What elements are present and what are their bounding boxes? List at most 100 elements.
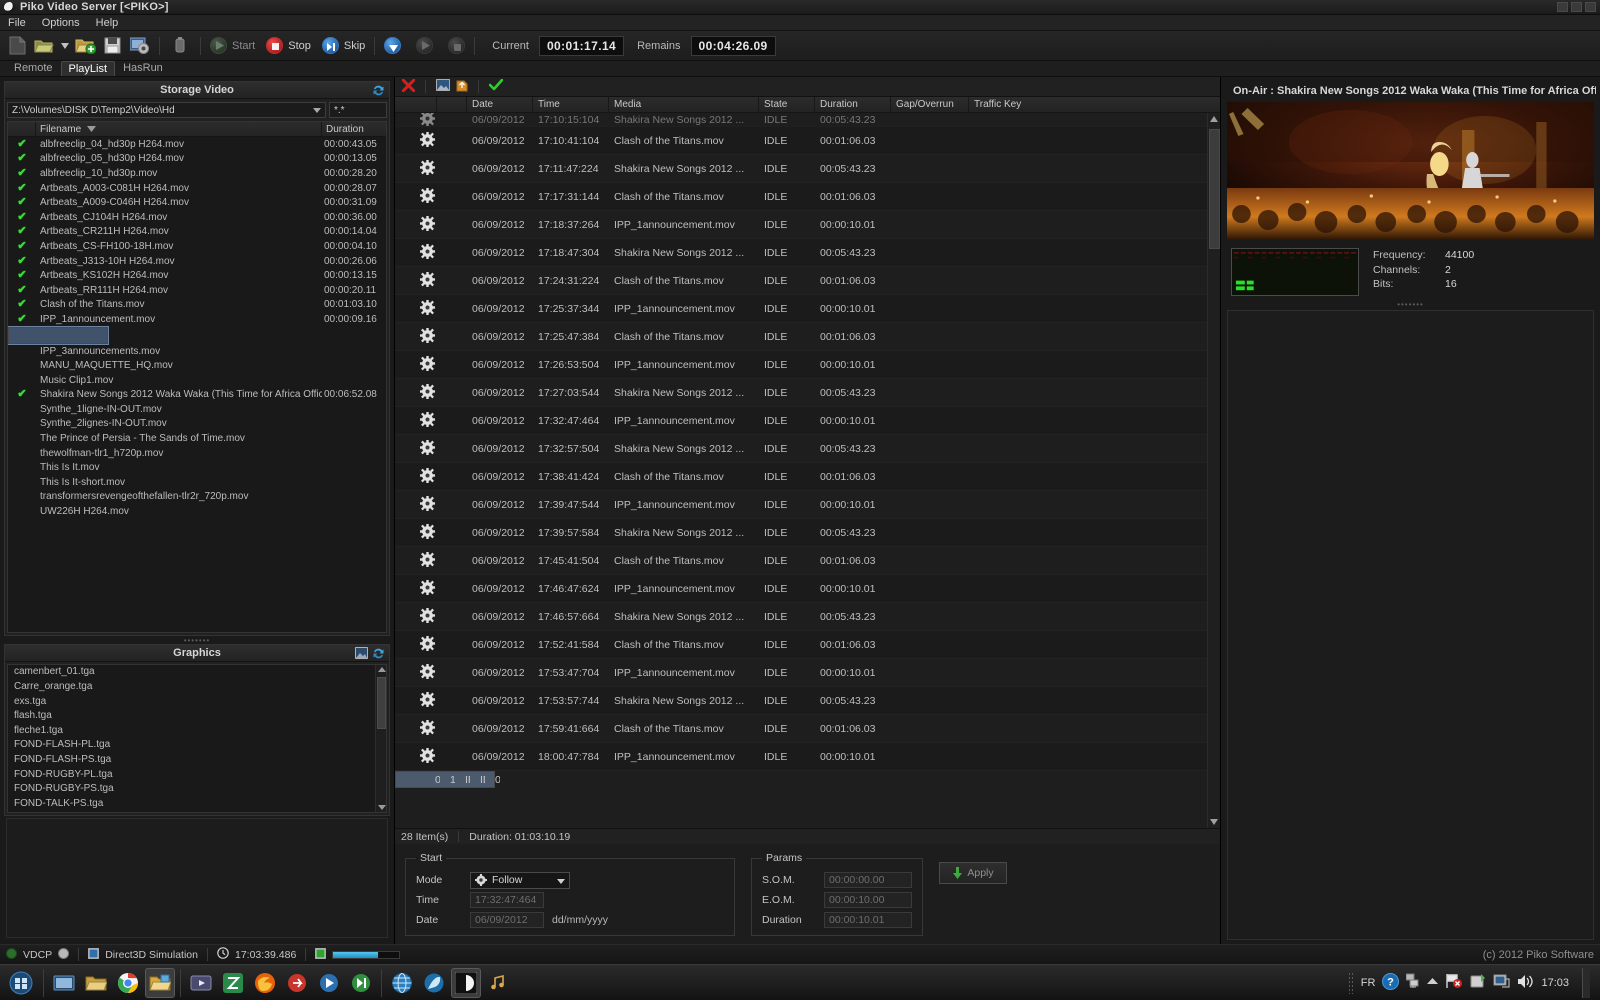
tab-hasrun[interactable]: HasRun (115, 60, 171, 76)
storage-row-check[interactable]: ✔ (8, 153, 36, 164)
tab-playlist[interactable]: PlayList (60, 61, 116, 76)
taskbar-z-icon[interactable] (218, 968, 248, 998)
playlist-row[interactable]: 06/09/2012 17:46:57:664 Shakira New Songs … (395, 603, 1207, 631)
graphics-scrollbar[interactable] (375, 665, 386, 813)
taskbar-piko-icon[interactable] (451, 967, 481, 998)
storage-col-check[interactable] (8, 122, 36, 136)
storage-row[interactable]: thewolfman-tlr1_h720p.mov (8, 446, 386, 461)
start-menu-button[interactable] (4, 967, 38, 999)
storage-row[interactable]: ✔ Artbeats_CR211H H264.mov 00:00:14.04 (8, 225, 386, 240)
storage-row[interactable]: MANU_MAQUETTE_HQ.mov (8, 358, 386, 373)
storage-row[interactable]: ✔ Artbeats_RR111H H264.mov 00:00:20.11 (8, 283, 386, 298)
start-date-input[interactable]: 06/09/2012 (470, 912, 544, 928)
storage-row[interactable]: ✔ albfreeclip_04_hd30p H264.mov 00:00:43.0… (8, 137, 386, 152)
taskbar-music-icon[interactable] (483, 968, 513, 998)
storage-row[interactable]: ✔ Artbeats_CS-FH100-18H.mov 00:00:04.10 (8, 239, 386, 254)
chevron-down-icon[interactable] (60, 35, 69, 57)
playlist-row[interactable]: 06/09/2012 17:17:31:144 Clash of the Titan… (395, 183, 1207, 211)
taskbar-player-icon[interactable] (314, 968, 344, 998)
graphics-scroll-thumb[interactable] (377, 677, 386, 730)
scroll-up-arrow-icon[interactable] (1210, 116, 1218, 122)
mode-select[interactable]: Follow (470, 871, 570, 889)
taskbar-arrow-icon[interactable] (282, 968, 312, 998)
device-icon[interactable] (169, 35, 191, 57)
storage-row-check[interactable]: ✔ (8, 240, 36, 252)
storage-row[interactable]: ✔ Artbeats_A003-C081H H264.mov 00:00:28.07 (8, 181, 386, 196)
playlist-row[interactable]: 06/09/2012 17:25:47:384 Clash of the Titan… (395, 323, 1207, 351)
apply-button[interactable]: Apply (939, 862, 1007, 884)
storage-row[interactable]: This Is It-short.mov (8, 475, 386, 490)
storage-col-filename[interactable]: Filename (36, 122, 322, 136)
playlist-row[interactable]: 06/09/2012 18:00:47:784 IPP_1announcement.… (395, 743, 1207, 771)
storage-row-check[interactable]: ✔ (8, 313, 36, 325)
storage-row[interactable]: transformersrevengeofthefallen-tlr2r_720… (8, 490, 386, 505)
taskbar-explorer-icon[interactable] (49, 968, 79, 998)
storage-row-check[interactable]: ✔ (8, 182, 36, 194)
down-arrow-button[interactable] (384, 37, 402, 54)
skip-button[interactable]: Skip (321, 37, 365, 54)
show-hidden-icon[interactable] (1427, 977, 1439, 989)
taskbar-feather-icon[interactable] (419, 968, 449, 998)
playlist-row[interactable]: 06/09/2012 17:24:31:224 Clash of the Titan… (395, 267, 1207, 295)
volume-icon[interactable] (1517, 974, 1534, 992)
playlist-row[interactable]: 06/09/2012 17:45:41:504 Clash of the Titan… (395, 547, 1207, 575)
storage-row[interactable]: ✔ Artbeats_J313-10H H264.mov 00:00:26.06 (8, 254, 386, 269)
taskbar-firefox-icon[interactable] (250, 968, 280, 998)
storage-filter-input[interactable]: *.* (329, 102, 387, 118)
refresh-icon[interactable] (372, 647, 385, 660)
new-file-icon[interactable] (6, 35, 28, 57)
storage-row[interactable]: ✔ Artbeats_A009-C046H H264.mov 00:00:31.09 (8, 195, 386, 210)
storage-row-check[interactable]: ✔ (8, 167, 36, 179)
graphics-row[interactable]: FOND-RUGBY-PL.tga (8, 768, 386, 783)
storage-row[interactable]: ✔ IPP_1announcement.mov 00:00:09.16 (8, 312, 386, 327)
tray-language[interactable]: FR (1361, 977, 1376, 989)
playlist-col-media[interactable]: Media (609, 97, 759, 112)
playlist-col-traffic-key[interactable]: Traffic Key (969, 97, 1220, 112)
storage-row[interactable]: ✔ albfreeclip_05_hd30p H264.mov 00:00:13.0… (8, 152, 386, 167)
storage-row[interactable]: ✔ Artbeats_KS102H H264.mov 00:00:13.15 (8, 268, 386, 283)
graphics-row[interactable]: fleche1.tga (8, 724, 386, 739)
image-icon[interactable] (354, 646, 369, 662)
menu-item-file[interactable]: File (6, 17, 34, 29)
playlist-row[interactable]: 06/09/2012 17:26:53:504 IPP_1announcement.… (395, 351, 1207, 379)
playlist-scrollbar[interactable] (1207, 113, 1220, 828)
playlist-col-icon[interactable] (395, 97, 437, 112)
playlist-row[interactable]: 06/09/2012 17:39:47:544 IPP_1announcement.… (395, 491, 1207, 519)
tab-remote[interactable]: Remote (6, 60, 61, 76)
scroll-down-arrow-icon[interactable] (378, 805, 386, 811)
taskbar-files-icon[interactable] (145, 967, 175, 998)
storage-row[interactable]: UW226H H264.mov (8, 504, 386, 519)
taskbar-clock[interactable]: 17:03 (1541, 977, 1569, 989)
storage-row-check[interactable]: ✔ (8, 389, 36, 400)
playlist-col-date[interactable]: Date (467, 97, 533, 112)
taskbar-globe-icon[interactable] (387, 968, 417, 998)
storage-col-duration[interactable]: Duration (322, 122, 386, 136)
storage-row[interactable]: Synthe_1ligne-IN-OUT.mov (8, 402, 386, 417)
taskbar-forward-icon[interactable] (346, 968, 376, 998)
storage-row-check[interactable]: ✔ (8, 270, 36, 281)
flag-error-icon[interactable] (1445, 973, 1463, 992)
tray-grip-icon[interactable] (1347, 971, 1354, 994)
menu-item-help[interactable]: Help (88, 17, 127, 29)
delete-icon[interactable] (401, 78, 416, 95)
playlist-row[interactable]: 06/09/2012 17:52:41:584 Clash of the Titan… (395, 631, 1207, 659)
playlist-row[interactable]: 06/09/2012 17:18:37:264 IPP_1announcement.… (395, 211, 1207, 239)
graphics-row[interactable]: FOND-TALK-PS.tga (8, 797, 386, 812)
storage-row[interactable]: IPP_3announcements.mov (8, 344, 386, 359)
playlist-row[interactable]: 06/09/2012 17:18:47:304 Shakira New Songs … (395, 239, 1207, 267)
next-button[interactable] (416, 37, 434, 54)
record-button[interactable] (448, 37, 466, 54)
image-icon[interactable] (435, 78, 451, 94)
storage-row[interactable]: ✔ albfreeclip_10_hd30p.mov 00:00:28.20 (8, 166, 386, 181)
storage-row[interactable]: ✔ Clash of the Titans.mov 00:01:03.10 (8, 298, 386, 313)
storage-row[interactable]: IPP_2announcements.mov (8, 325, 109, 345)
menu-item-options[interactable]: Options (34, 17, 88, 29)
som-input[interactable]: 00:00:00.00 (824, 872, 912, 888)
storage-row[interactable]: ✔ Shakira New Songs 2012 Waka Waka (This … (8, 388, 386, 403)
on-air-video-preview[interactable] (1227, 102, 1594, 240)
playlist-row[interactable]: 06/09/2012 17:46:47:624 IPP_1announcement.… (395, 575, 1207, 603)
playlist-col-duration[interactable]: Duration (815, 97, 891, 112)
open-folder-icon[interactable] (33, 35, 55, 57)
storage-file-list[interactable]: Filename Duration ✔ albfreeclip_04_hd30p … (7, 121, 387, 634)
playlist-row[interactable]: 06/09/2012 17:59:41:664 Clash of the Titan… (395, 715, 1207, 743)
